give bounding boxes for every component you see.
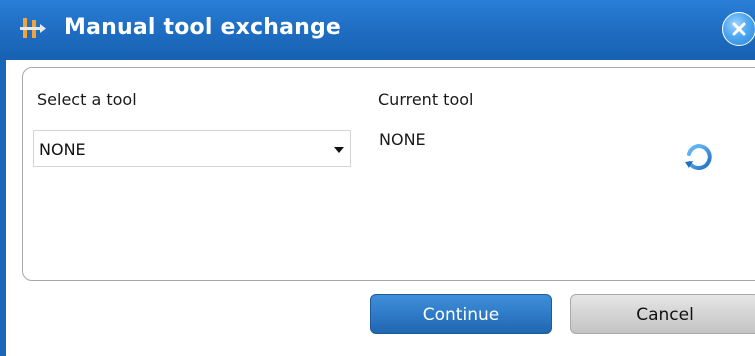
refresh-icon[interactable] xyxy=(684,142,714,172)
tool-exchange-icon xyxy=(20,16,48,40)
chevron-down-icon[interactable] xyxy=(334,147,344,153)
current-tool-value: NONE xyxy=(379,130,426,149)
tool-select-value: NONE xyxy=(39,140,86,159)
close-icon xyxy=(732,22,746,36)
cancel-button[interactable]: Cancel xyxy=(570,294,755,334)
current-tool-label: Current tool xyxy=(378,90,474,109)
tool-select-dropdown[interactable]: NONE xyxy=(33,130,351,167)
title-bar[interactable]: Manual tool exchange xyxy=(0,0,755,60)
close-button[interactable] xyxy=(722,12,755,46)
select-tool-label: Select a tool xyxy=(37,90,137,109)
continue-button[interactable]: Continue xyxy=(370,294,552,334)
window-title: Manual tool exchange xyxy=(64,15,342,40)
